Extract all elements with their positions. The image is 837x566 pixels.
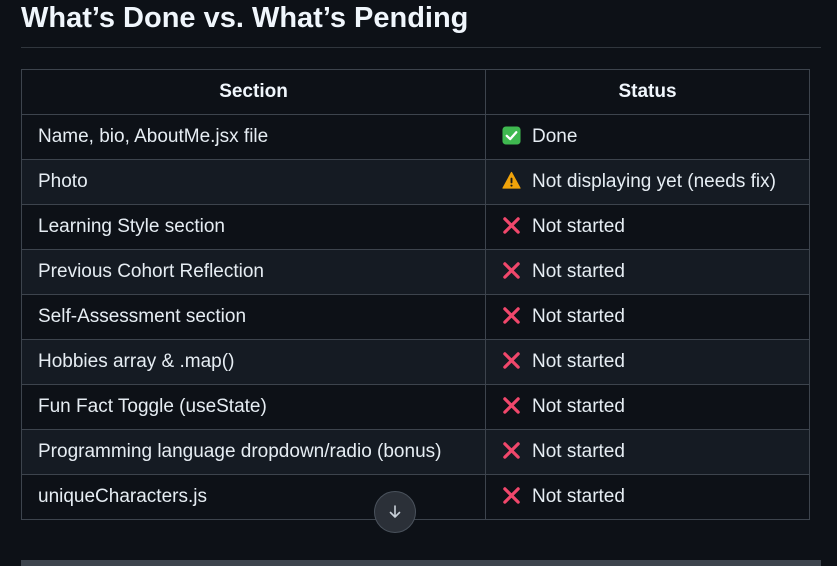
status-cell: Not started [485,429,810,475]
status-cell: Not displaying yet (needs fix) [485,159,810,205]
cross-mark-icon [502,306,521,325]
status-label: Done [532,126,578,147]
table-row: Programming language dropdown/radio (bon… [21,429,810,475]
status-cell: Not started [485,474,810,520]
cross-mark-icon [502,486,521,505]
check-mark-icon [502,126,521,145]
section-cell: Previous Cohort Reflection [21,249,486,295]
chat-content-area: What’s Done vs. What’s Pending Section S… [0,0,837,566]
cross-mark-icon [502,396,521,415]
section-cell: Name, bio, AboutMe.jsx file [21,114,486,160]
heading-divider [21,47,821,48]
status-label: Not started [532,306,625,327]
section-cell: Hobbies array & .map() [21,339,486,385]
status-label: Not started [532,396,625,417]
scroll-down-button[interactable] [374,491,416,533]
cross-mark-icon [502,441,521,460]
composer-edge [21,560,821,566]
column-header-status: Status [485,69,810,115]
status-label: Not started [532,486,625,507]
table-row: Name, bio, AboutMe.jsx file Done [21,114,810,160]
section-cell: Learning Style section [21,204,486,250]
table-row: Photo Not displaying yet (needs fix) [21,159,810,205]
warning-icon [502,171,521,190]
cross-mark-icon [502,261,521,280]
section-heading: What’s Done vs. What’s Pending [21,2,469,34]
status-label: Not displaying yet (needs fix) [532,171,776,192]
table-row: Self-Assessment section Not started [21,294,810,340]
status-label: Not started [532,261,625,282]
column-header-section: Section [21,69,486,115]
table-row: Fun Fact Toggle (useState) Not started [21,384,810,430]
section-cell: Programming language dropdown/radio (bon… [21,429,486,475]
table-header-row: Section Status [21,69,810,115]
status-cell: Not started [485,249,810,295]
status-table: Section Status Name, bio, AboutMe.jsx fi… [21,69,810,520]
status-label: Not started [532,441,625,462]
section-cell: Fun Fact Toggle (useState) [21,384,486,430]
status-cell: Done [485,114,810,160]
status-cell: Not started [485,339,810,385]
cross-mark-icon [502,216,521,235]
status-cell: Not started [485,294,810,340]
arrow-down-icon [387,504,403,520]
status-label: Not started [532,216,625,237]
table-row: Hobbies array & .map() Not started [21,339,810,385]
status-cell: Not started [485,384,810,430]
status-cell: Not started [485,204,810,250]
cross-mark-icon [502,351,521,370]
table-row: Previous Cohort Reflection Not started [21,249,810,295]
table-row: Learning Style section Not started [21,204,810,250]
section-cell: Photo [21,159,486,205]
section-cell: Self-Assessment section [21,294,486,340]
status-label: Not started [532,351,625,372]
